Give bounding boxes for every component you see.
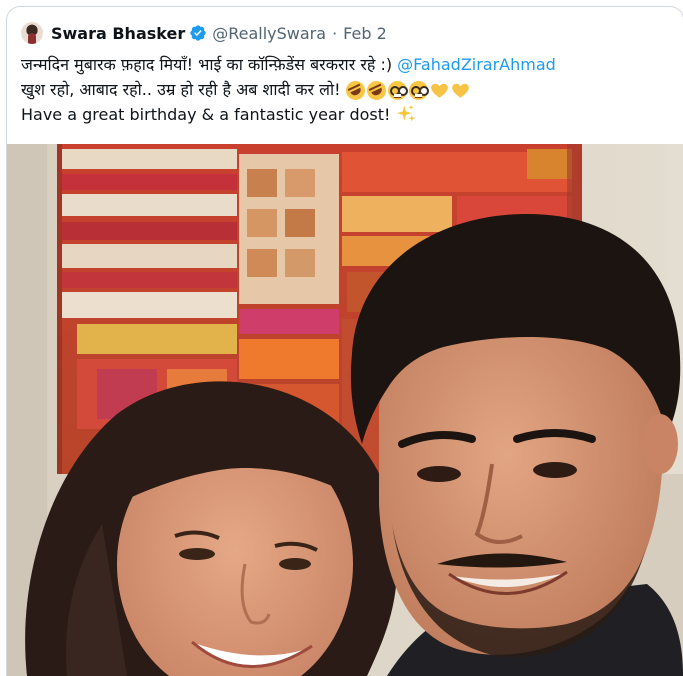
verified-badge-icon bbox=[190, 25, 206, 41]
tweet-text: जन्मदिन मुबारक फ़हाद मियाँ! भाई का कॉन्फ… bbox=[21, 52, 671, 127]
display-name[interactable]: Swara Bhasker bbox=[51, 24, 185, 43]
mention-link[interactable]: @FahadZirarAhmad bbox=[397, 55, 556, 74]
tweet-header: Swara Bhasker @ReallySwara · Feb 2 bbox=[21, 21, 387, 45]
text-hindi-2: खुश रहो, आबाद रहो.. उम्र हो रही है अब शा… bbox=[21, 80, 346, 99]
nerd-face-icon bbox=[387, 81, 407, 100]
tweet-text-line-3: Have a great birthday & a fantastic year… bbox=[21, 102, 671, 127]
tweet-text-line-2: खुश रहो, आबाद रहो.. उम्र हो रही है अब शा… bbox=[21, 77, 671, 104]
tweet-photo[interactable] bbox=[7, 144, 683, 676]
sparkles-icon bbox=[396, 104, 415, 122]
tweet-date[interactable]: Feb 2 bbox=[343, 24, 387, 43]
yellow-heart-icon bbox=[451, 81, 470, 100]
tweet-text-line-1: जन्मदिन मुबारक फ़हाद मियाँ! भाई का कॉन्फ… bbox=[21, 52, 671, 77]
text-english: Have a great birthday & a fantastic year… bbox=[21, 105, 396, 124]
text-hindi-1: जन्मदिन मुबारक फ़हाद मियाँ! भाई का कॉन्फ… bbox=[21, 55, 398, 74]
selfie-photo-image bbox=[7, 144, 683, 676]
rolling-on-floor-laughing-icon bbox=[363, 77, 389, 104]
user-handle[interactable]: @ReallySwara bbox=[212, 24, 326, 43]
tweet-card[interactable]: Swara Bhasker @ReallySwara · Feb 2 जन्मद… bbox=[6, 6, 683, 676]
rolling-on-floor-laughing-icon bbox=[342, 77, 368, 104]
user-avatar[interactable] bbox=[21, 22, 43, 44]
nerd-face-icon bbox=[408, 81, 428, 100]
separator-dot: · bbox=[332, 23, 338, 43]
yellow-heart-icon bbox=[430, 81, 449, 100]
emoji-row bbox=[342, 77, 470, 104]
